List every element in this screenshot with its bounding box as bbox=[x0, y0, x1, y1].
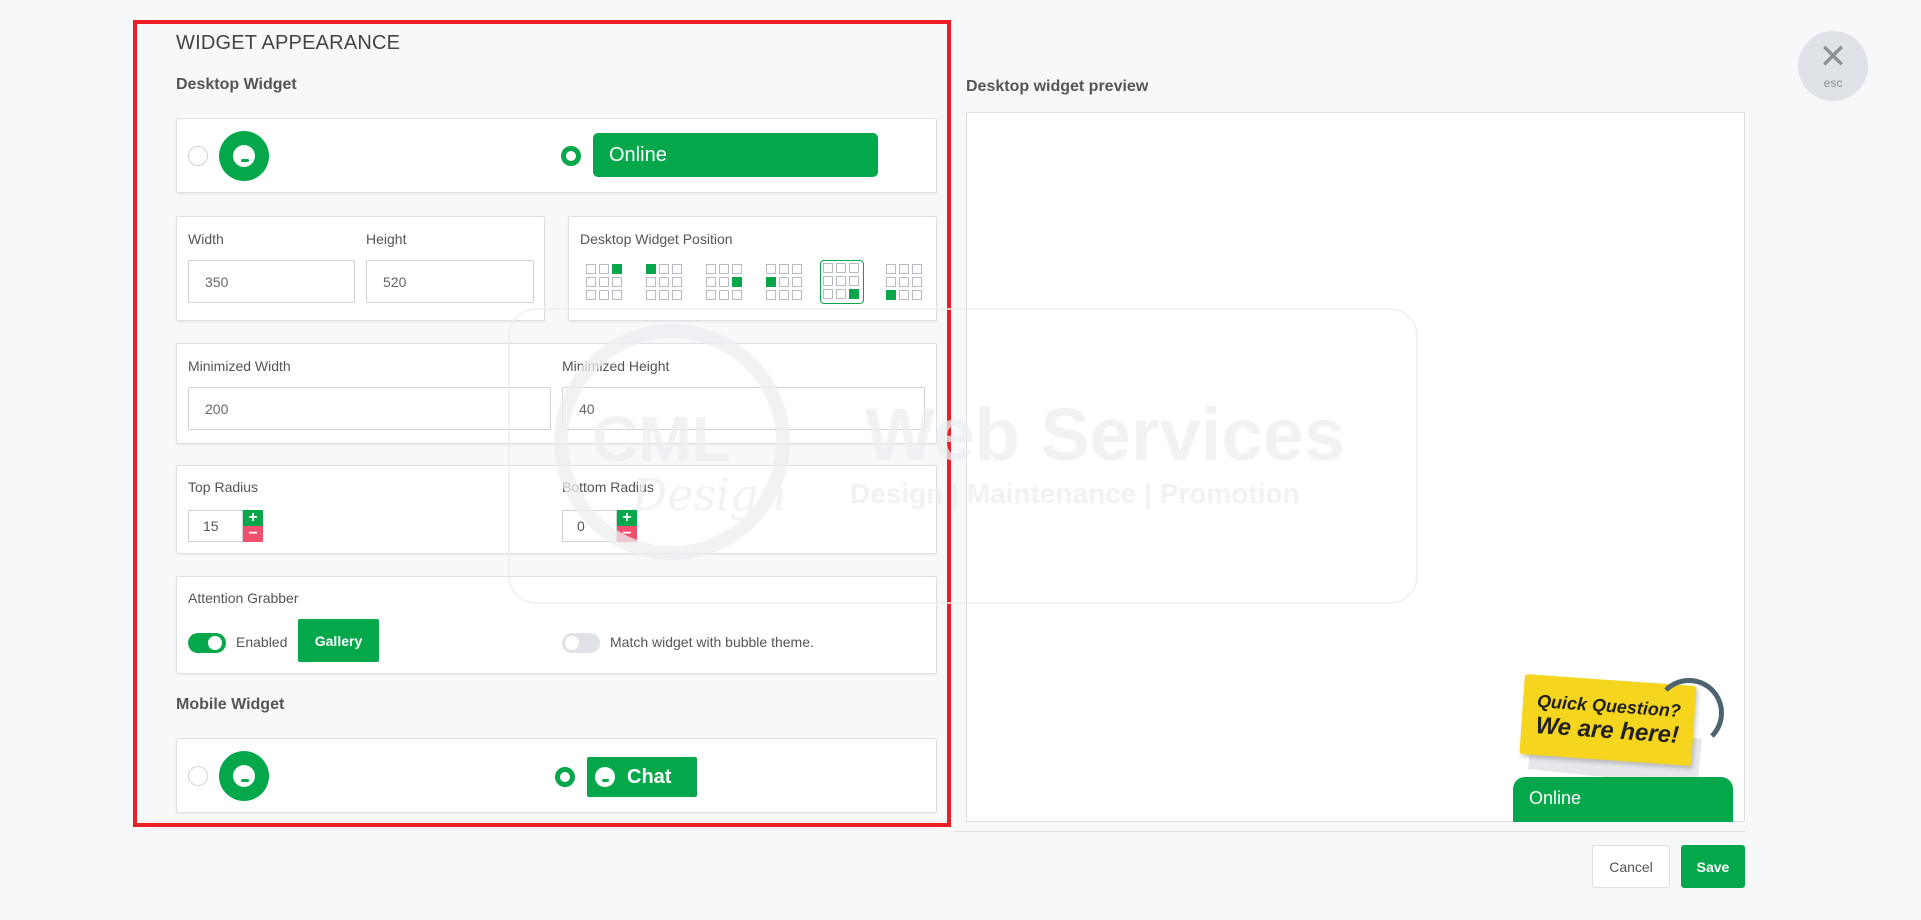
style-bubble-radio[interactable] bbox=[188, 146, 208, 166]
enabled-label: Enabled bbox=[236, 634, 288, 650]
watermark: CML Design Web Services Design | Mainten… bbox=[508, 308, 1418, 604]
position-middle-left[interactable] bbox=[763, 261, 803, 301]
position-top-left[interactable] bbox=[643, 261, 683, 301]
position-middle-right[interactable] bbox=[703, 261, 743, 301]
watermark-title: Web Services bbox=[865, 393, 1345, 476]
mobile-chat-label: Chat bbox=[627, 765, 672, 788]
width-label: Width bbox=[188, 231, 224, 247]
close-icon: ✕ bbox=[1818, 38, 1848, 76]
min-width-input[interactable] bbox=[188, 387, 551, 430]
headset-icon bbox=[1654, 678, 1724, 748]
mobile-bubble-style-preview[interactable] bbox=[219, 751, 269, 801]
preview-online-bar[interactable]: Online bbox=[1513, 777, 1733, 822]
bar-style-preview[interactable]: Online bbox=[593, 133, 878, 177]
chat-bubble-icon bbox=[595, 767, 615, 787]
save-button[interactable]: Save bbox=[1681, 845, 1745, 888]
min-width-label: Minimized Width bbox=[188, 358, 291, 374]
gallery-button[interactable]: Gallery bbox=[298, 619, 379, 662]
width-input[interactable] bbox=[188, 260, 355, 303]
attention-grabber-toggle[interactable] bbox=[188, 633, 226, 653]
top-radius-decrement[interactable]: − bbox=[243, 526, 263, 542]
mobile-style-bubble-radio[interactable] bbox=[188, 766, 208, 786]
position-bottom-left[interactable] bbox=[883, 261, 923, 301]
watermark-script: Design bbox=[632, 470, 787, 521]
desktop-style-card: Online bbox=[176, 118, 937, 193]
style-bar-radio[interactable] bbox=[561, 146, 581, 166]
esc-hint: esc bbox=[1823, 76, 1843, 90]
position-bottom-right[interactable] bbox=[820, 260, 864, 304]
size-card: Width Height bbox=[176, 216, 545, 321]
section-title: WIDGET APPEARANCE bbox=[176, 32, 401, 54]
match-theme-toggle[interactable] bbox=[562, 633, 600, 653]
footer-divider bbox=[955, 831, 1745, 832]
height-label: Height bbox=[366, 231, 407, 247]
top-radius-increment[interactable]: + bbox=[243, 510, 263, 526]
height-input[interactable] bbox=[366, 260, 534, 303]
bubble-style-preview[interactable] bbox=[219, 131, 269, 181]
watermark-subtitle: Design | Maintenance | Promotion bbox=[850, 478, 1300, 509]
chat-bubble-icon bbox=[233, 145, 255, 167]
mobile-style-button-radio[interactable] bbox=[555, 767, 575, 787]
attention-grabber-label: Attention Grabber bbox=[188, 590, 299, 606]
position-label: Desktop Widget Position bbox=[580, 231, 733, 247]
preview-title: Desktop widget preview bbox=[966, 78, 1149, 95]
chat-bubble-icon bbox=[233, 765, 255, 787]
top-radius-input[interactable] bbox=[188, 510, 243, 542]
mobile-widget-heading: Mobile Widget bbox=[176, 696, 285, 713]
bar-style-label: Online bbox=[609, 143, 667, 166]
desktop-widget-heading: Desktop Widget bbox=[176, 76, 297, 93]
position-top-right[interactable] bbox=[583, 261, 623, 301]
top-radius-label: Top Radius bbox=[188, 479, 259, 495]
mobile-chat-button-preview[interactable]: Chat bbox=[587, 757, 697, 797]
position-card: Desktop Widget Position bbox=[568, 216, 937, 321]
close-button[interactable]: ✕ esc bbox=[1798, 31, 1868, 101]
cancel-button[interactable]: Cancel bbox=[1592, 845, 1670, 888]
mobile-style-card: Chat bbox=[176, 738, 937, 813]
match-theme-label: Match widget with bubble theme. bbox=[610, 634, 814, 650]
watermark-logo: CML bbox=[592, 403, 731, 475]
